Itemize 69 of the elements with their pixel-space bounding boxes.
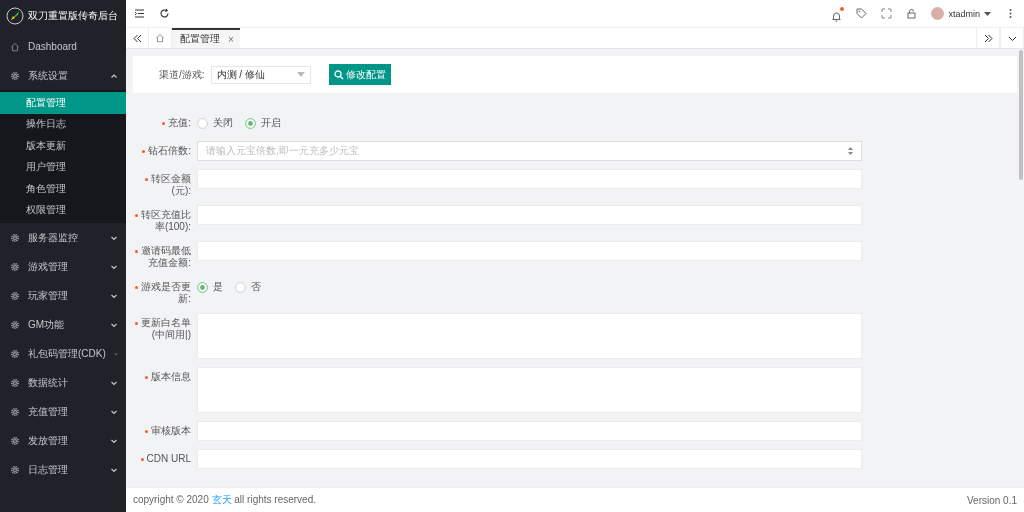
user-menu[interactable]: xtadmin bbox=[931, 7, 991, 20]
radio-option[interactable]: 关闭 bbox=[197, 116, 233, 130]
gear-icon bbox=[10, 70, 20, 81]
caret-icon[interactable] bbox=[984, 11, 991, 16]
submenu-item[interactable]: 版本更新 bbox=[0, 135, 126, 157]
field-label: 充值: bbox=[133, 113, 191, 129]
sidebar-item[interactable]: 充值管理 bbox=[0, 397, 126, 426]
gear-icon bbox=[10, 232, 20, 243]
fullscreen-icon[interactable] bbox=[881, 8, 893, 19]
sidebar-item[interactable]: 系统设置 bbox=[0, 61, 126, 90]
radio-icon[interactable] bbox=[197, 117, 208, 129]
field-label: 游戏是否更新: bbox=[133, 277, 191, 305]
page-tab[interactable]: 配置管理 × bbox=[172, 28, 240, 48]
lock-icon[interactable] bbox=[906, 8, 918, 19]
gear-icon bbox=[10, 435, 20, 446]
submenu-item[interactable]: 角色管理 bbox=[0, 178, 126, 200]
search-button[interactable]: 修改配置 bbox=[328, 64, 391, 85]
menu-icon[interactable] bbox=[134, 8, 145, 19]
field-label: 审核版本 bbox=[133, 421, 191, 437]
submenu-item[interactable]: 操作日志 bbox=[0, 113, 126, 135]
double-chevron-left-icon[interactable] bbox=[132, 33, 142, 43]
version-text: Version 0.1 bbox=[966, 494, 1017, 506]
sidebar-item[interactable]: 发放管理 bbox=[0, 426, 126, 455]
field-label: 版本信息 bbox=[133, 367, 191, 383]
search-icon bbox=[333, 69, 344, 80]
radio-option[interactable]: 开启 bbox=[245, 116, 281, 130]
copyright-text: copyright © 2020 玄天 all rights reserved. bbox=[133, 493, 316, 507]
home-icon[interactable] bbox=[155, 33, 165, 43]
gear-icon bbox=[10, 261, 20, 272]
spinner-icon[interactable] bbox=[848, 147, 853, 155]
rocket-logo-icon bbox=[6, 7, 24, 25]
radio-icon[interactable] bbox=[197, 281, 208, 293]
home-icon[interactable] bbox=[10, 41, 20, 52]
submenu-item[interactable]: 权限管理 bbox=[0, 199, 126, 221]
sidebar-item[interactable]: GM功能 bbox=[0, 310, 126, 339]
submenu-item[interactable]: 用户管理 bbox=[0, 156, 126, 178]
submenu-item[interactable]: 配置管理 bbox=[0, 92, 126, 114]
field-label: CDN URL bbox=[133, 449, 191, 465]
gear-icon bbox=[10, 464, 20, 475]
field-label: 更新白名单(中间用|) bbox=[133, 313, 191, 341]
gear-icon bbox=[10, 406, 20, 417]
close-icon[interactable]: × bbox=[228, 33, 234, 45]
sidebar-item[interactable]: 数据统计 bbox=[0, 368, 126, 397]
avatar bbox=[931, 7, 945, 20]
select-field[interactable]: 内测 / 修仙 bbox=[210, 65, 311, 84]
tag-icon[interactable] bbox=[856, 8, 868, 19]
field-label: 邀请码最低充值金额: bbox=[133, 241, 191, 269]
sidebar-item[interactable]: 玩家管理 bbox=[0, 281, 126, 310]
gear-icon bbox=[10, 319, 20, 330]
filter-label: 渠道/游戏: bbox=[159, 67, 205, 82]
sidebar-item[interactable]: 游戏管理 bbox=[0, 252, 126, 281]
radio-option[interactable]: 否 bbox=[235, 280, 261, 294]
bell-icon[interactable] bbox=[831, 8, 843, 19]
app-title: 双刀重置版传奇后台 bbox=[28, 9, 118, 23]
gear-icon bbox=[10, 377, 20, 388]
refresh-icon[interactable] bbox=[159, 8, 170, 19]
radio-option[interactable]: 是 bbox=[197, 280, 223, 294]
sidebar-item[interactable]: 礼包码管理(CDK) bbox=[0, 339, 126, 368]
radio-icon[interactable] bbox=[245, 117, 256, 129]
gear-icon bbox=[10, 348, 20, 359]
field-label: 转区金额(元): bbox=[133, 169, 191, 197]
field-label: 转区充值比率(100): bbox=[133, 205, 191, 233]
sidebar-item[interactable]: 服务器监控 bbox=[0, 223, 126, 252]
sidebar-item[interactable]: 日志管理 bbox=[0, 455, 126, 484]
double-chevron-right-icon[interactable] bbox=[983, 33, 993, 43]
sidebar-item[interactable]: Dashboard bbox=[0, 32, 126, 61]
radio-icon[interactable] bbox=[235, 281, 246, 293]
gear-icon bbox=[10, 290, 20, 301]
field-label: 钻石倍数: bbox=[133, 141, 191, 157]
